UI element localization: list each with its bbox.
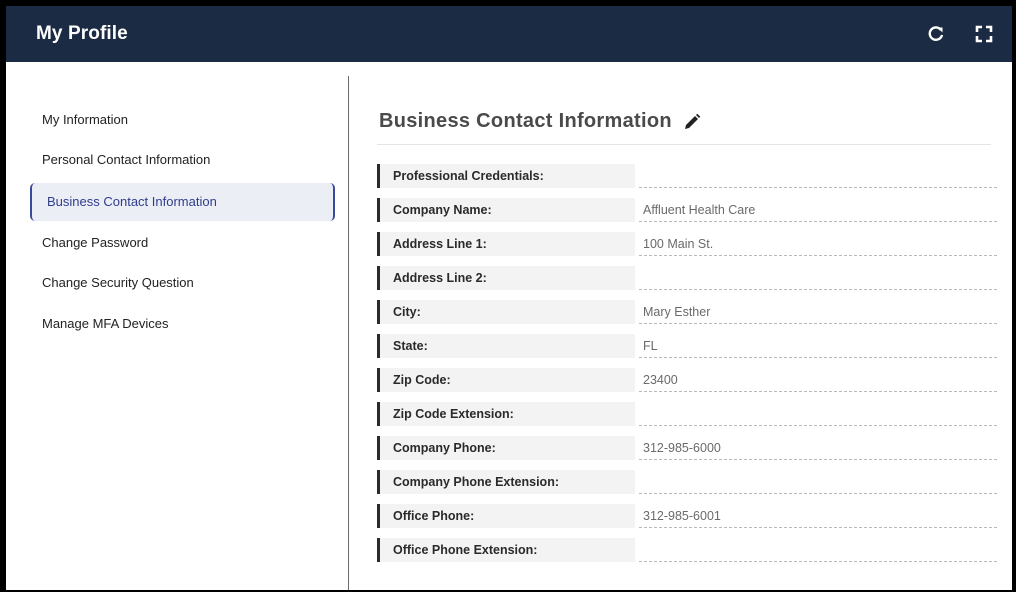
field-label: Zip Code: xyxy=(377,368,635,392)
sidebar-item-business-contact-information[interactable]: Business Contact Information xyxy=(30,183,335,221)
field-row-office-phone-extension: Office Phone Extension: xyxy=(377,536,997,570)
field-label: Company Phone Extension: xyxy=(377,470,635,494)
sidebar-item-label: Change Password xyxy=(42,235,149,250)
field-value xyxy=(639,472,997,494)
main-panel: Business Contact Information Professiona… xyxy=(349,62,1012,590)
section-divider xyxy=(377,144,991,145)
sidebar-item-label: Manage MFA Devices xyxy=(42,316,169,331)
field-label: State: xyxy=(377,334,635,358)
field-row-office-phone: Office Phone: 312-985-6001 xyxy=(377,502,997,536)
field-row-address-line-2: Address Line 2: xyxy=(377,264,997,298)
app-window: My Profile My Information Personal Conta… xyxy=(6,6,1012,590)
field-row-company-phone-extension: Company Phone Extension: xyxy=(377,468,997,502)
field-label: Office Phone Extension: xyxy=(377,538,635,562)
contact-fields: Professional Credentials: Company Name: … xyxy=(377,162,997,570)
refresh-icon[interactable] xyxy=(926,24,946,44)
app-header: My Profile xyxy=(6,6,1012,62)
field-value xyxy=(639,268,997,290)
fullscreen-icon[interactable] xyxy=(974,24,994,44)
field-row-zip-code-extension: Zip Code Extension: xyxy=(377,400,997,434)
field-row-state: State: FL xyxy=(377,332,997,366)
field-label: Office Phone: xyxy=(377,504,635,528)
sidebar-item-my-information[interactable]: My Information xyxy=(30,101,335,139)
sidebar-item-personal-contact-information[interactable]: Personal Contact Information xyxy=(30,141,335,179)
field-value xyxy=(639,404,997,426)
pencil-icon[interactable] xyxy=(682,112,702,132)
sidebar-item-manage-mfa-devices[interactable]: Manage MFA Devices xyxy=(30,305,335,343)
field-row-address-line-1: Address Line 1: 100 Main St. xyxy=(377,230,997,264)
section-title: Business Contact Information xyxy=(379,110,672,132)
page-title: My Profile xyxy=(36,23,128,44)
field-row-zip-code: Zip Code: 23400 xyxy=(377,366,997,400)
field-value xyxy=(639,166,997,188)
field-label: City: xyxy=(377,300,635,324)
field-value: Affluent Health Care xyxy=(639,200,997,222)
field-label: Zip Code Extension: xyxy=(377,402,635,426)
field-value: 312-985-6000 xyxy=(639,438,997,460)
sidebar-nav: My Information Personal Contact Informat… xyxy=(6,62,348,590)
field-value: Mary Esther xyxy=(639,302,997,324)
sidebar-item-label: Business Contact Information xyxy=(47,194,217,209)
field-value: FL xyxy=(639,336,997,358)
field-row-company-name: Company Name: Affluent Health Care xyxy=(377,196,997,230)
field-label: Address Line 2: xyxy=(377,266,635,290)
field-value xyxy=(639,540,997,562)
field-label: Address Line 1: xyxy=(377,232,635,256)
field-value: 100 Main St. xyxy=(639,234,997,256)
sidebar-item-change-security-question[interactable]: Change Security Question xyxy=(30,264,335,302)
sidebar-item-label: Personal Contact Information xyxy=(42,152,211,167)
field-label: Company Phone: xyxy=(377,436,635,460)
field-row-city: City: Mary Esther xyxy=(377,298,997,332)
field-label: Company Name: xyxy=(377,198,635,222)
field-row-professional-credentials: Professional Credentials: xyxy=(377,162,997,196)
field-value: 23400 xyxy=(639,370,997,392)
sidebar-item-label: My Information xyxy=(42,112,128,127)
sidebar-item-change-password[interactable]: Change Password xyxy=(30,224,335,262)
field-label: Professional Credentials: xyxy=(377,164,635,188)
sidebar-item-label: Change Security Question xyxy=(42,275,194,290)
field-value: 312-985-6001 xyxy=(639,506,997,528)
field-row-company-phone: Company Phone: 312-985-6000 xyxy=(377,434,997,468)
